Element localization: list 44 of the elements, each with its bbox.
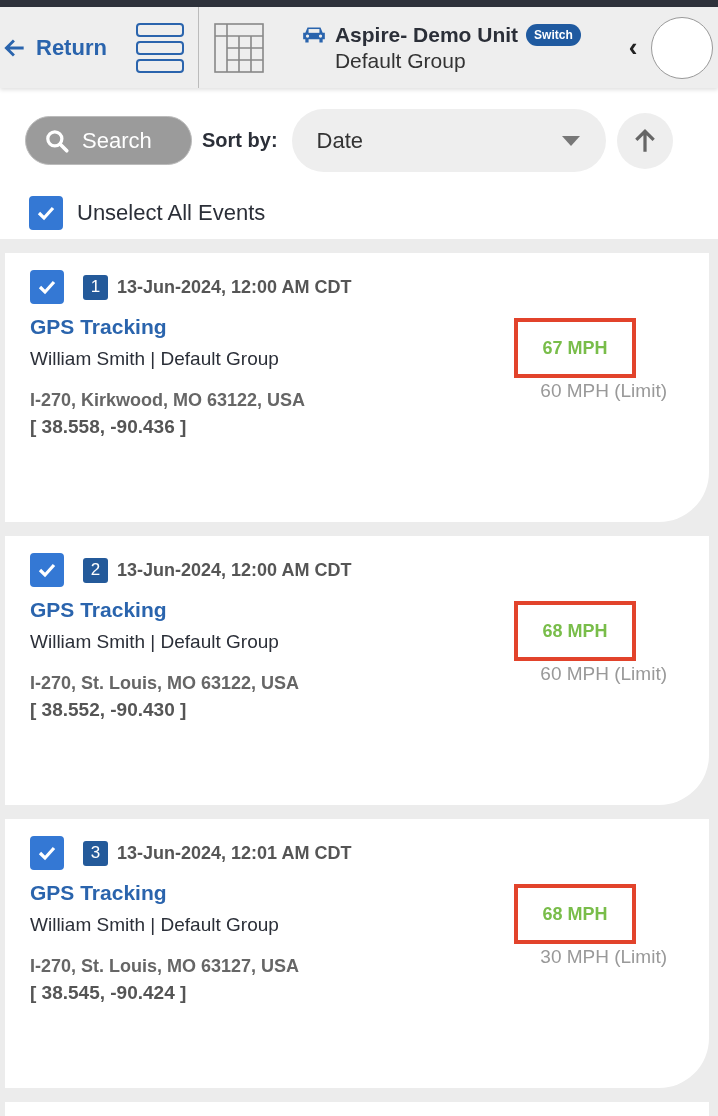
- event-coordinates: [ 38.558, -90.436 ]: [30, 416, 188, 438]
- list-view-icon[interactable]: [134, 21, 185, 74]
- speed-value: 68 MPH: [514, 601, 636, 661]
- search-icon: [44, 127, 70, 154]
- event-datetime: 13-Jun-2024, 12:01 AM CDT: [117, 842, 352, 864]
- event-checkbox[interactable]: [30, 553, 64, 587]
- caret-icon: [560, 134, 581, 147]
- event-type[interactable]: GPS Tracking: [30, 598, 352, 622]
- return-button[interactable]: Return: [0, 34, 107, 61]
- speed-value: 67 MPH: [514, 318, 636, 378]
- driver-group: William Smith | Default Group: [30, 631, 352, 653]
- event-checkbox[interactable]: [30, 270, 64, 304]
- speed-limit: 60 MPH (Limit): [540, 663, 667, 685]
- switch-button[interactable]: Switch: [526, 23, 581, 46]
- event-address: I-270, St. Louis, MO 63127, USA: [30, 956, 301, 977]
- select-all-label: Unselect All Events: [77, 200, 266, 226]
- event-card[interactable]: 3 13-Jun-2024, 12:01 AM CDT GPS Tracking William Smith | Default Group I-270, St. Louis, MO 63127, USA [ 38.545, -90.424 ] 68 MPH 30 MPH (Limit): [5, 819, 709, 1088]
- car-icon: [300, 24, 327, 45]
- event-number: 1: [83, 274, 108, 300]
- speed-limit: 60 MPH (Limit): [540, 380, 667, 402]
- speed-value: 68 MPH: [514, 884, 636, 944]
- event-coordinates: [ 38.545, -90.424 ]: [30, 982, 188, 1004]
- sort-label: Sort by:: [202, 129, 278, 152]
- event-number: 3: [83, 840, 108, 866]
- unit-name: Aspire- Demo Unit: [334, 22, 519, 47]
- event-coordinates: [ 38.552, -90.430 ]: [30, 699, 188, 721]
- grid-view-icon[interactable]: [213, 22, 264, 73]
- collapse-button[interactable]: ‹: [628, 32, 638, 63]
- driver-group: William Smith | Default Group: [30, 348, 352, 370]
- event-number: 2: [83, 557, 108, 583]
- sort-dropdown[interactable]: Date: [291, 109, 606, 172]
- event-type[interactable]: GPS Tracking: [30, 315, 352, 339]
- unit-group: Default Group: [334, 48, 581, 73]
- event-type[interactable]: GPS Tracking: [30, 881, 352, 905]
- event-card[interactable]: 1 13-Jun-2024, 12:00 AM CDT GPS Tracking William Smith | Default Group I-270, Kirkwood, MO 63122, USA [ 38.558, -90.436 ] 67 MPH 60 MPH (Limit): [5, 253, 709, 522]
- event-datetime: 13-Jun-2024, 12:00 AM CDT: [117, 559, 352, 581]
- event-address: I-270, St. Louis, MO 63122, USA: [30, 673, 301, 694]
- speed-limit: 30 MPH (Limit): [540, 946, 667, 968]
- event-card[interactable]: 2 13-Jun-2024, 12:00 AM CDT GPS Tracking William Smith | Default Group I-270, St. Louis, MO 63122, USA [ 38.552, -90.430 ] 68 MPH 60 MPH (Limit): [5, 536, 709, 805]
- select-all-checkbox[interactable]: [29, 196, 63, 230]
- driver-group: William Smith | Default Group: [30, 914, 352, 936]
- event-checkbox[interactable]: [30, 836, 64, 870]
- event-datetime: 13-Jun-2024, 12:00 AM CDT: [117, 276, 352, 298]
- event-address: I-270, Kirkwood, MO 63122, USA: [30, 390, 307, 411]
